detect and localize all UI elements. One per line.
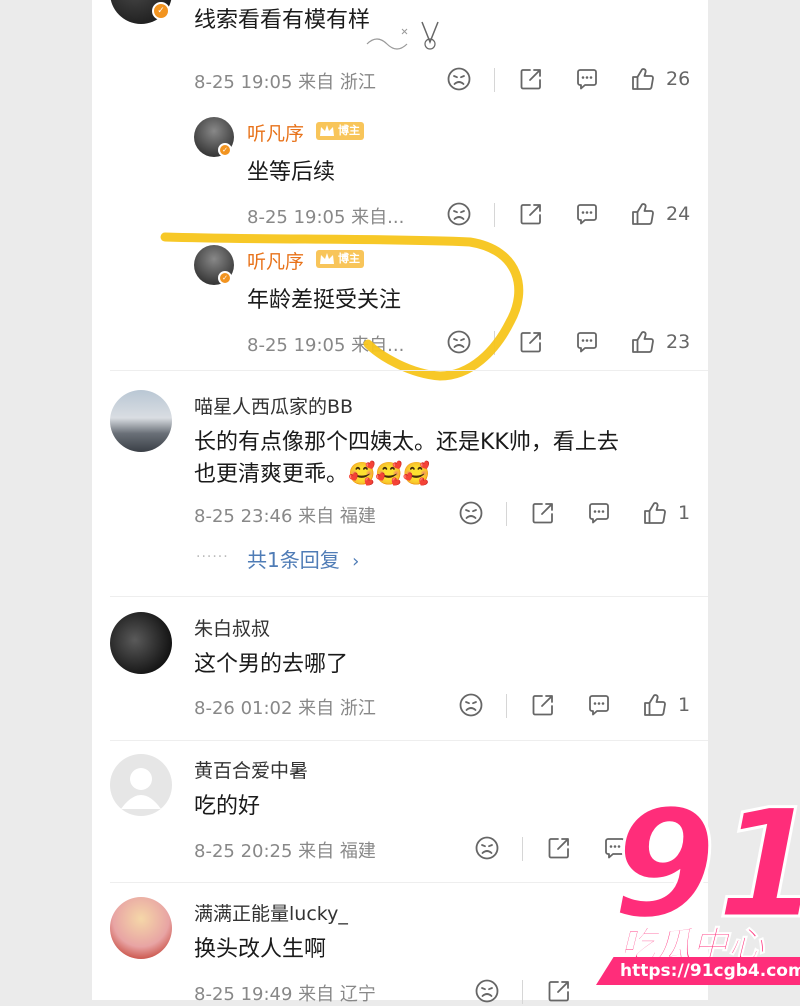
comment-meta: 8-25 23:46 来自 福建 [194, 506, 376, 527]
comment-icon[interactable] [586, 692, 612, 718]
blogger-badge-label: 博主 [338, 252, 360, 265]
divider [522, 837, 523, 861]
username[interactable]: 听凡序 [247, 119, 304, 146]
verified-badge-icon: ✓ [218, 271, 232, 285]
crown-icon [320, 125, 334, 136]
crown-icon [320, 253, 334, 264]
comment-text: 线索看看有模有样 [194, 8, 371, 33]
comment-text: 这个男的去哪了 [194, 652, 349, 677]
divider [494, 203, 495, 227]
thumbs-up-icon[interactable] [642, 500, 668, 526]
blogger-badge: 博主 [316, 250, 364, 268]
comment-icon[interactable] [574, 201, 600, 227]
like-count: 23 [666, 331, 691, 353]
divider [522, 980, 523, 1004]
section-divider [110, 370, 708, 371]
username[interactable]: 黄百合爱中暑 [194, 756, 308, 783]
comment-meta: 8-26 01:02 来自 浙江 [194, 698, 376, 719]
divider [506, 502, 507, 526]
username[interactable]: 朱白叔叔 [194, 614, 270, 641]
share-icon[interactable] [530, 692, 556, 718]
thumbs-up-icon[interactable] [630, 201, 656, 227]
dislike-face-icon[interactable] [446, 66, 472, 92]
default-user-icon [121, 768, 161, 809]
avatar[interactable] [110, 612, 172, 674]
thumbs-up-icon[interactable] [630, 329, 656, 355]
divider [494, 331, 495, 355]
default-avatar[interactable] [110, 754, 172, 816]
comment-text: 坐等后续 [247, 160, 336, 185]
blogger-badge: 博主 [316, 122, 364, 140]
dislike-face-icon[interactable] [458, 500, 484, 526]
chevron-right-icon: › [352, 551, 360, 572]
comment-meta: 8-25 19:49 来自 辽宁 [194, 984, 376, 1005]
like-count: 24 [666, 203, 691, 225]
share-icon[interactable] [518, 201, 544, 227]
share-icon[interactable] [546, 835, 572, 861]
sticker-decoration-icon [366, 21, 439, 50]
section-divider [110, 596, 708, 597]
dislike-face-icon[interactable] [474, 835, 500, 861]
watermark-url: https://91cgb4.com [596, 957, 800, 985]
username[interactable]: 听凡序 [247, 247, 304, 274]
comment-meta: 8-25 19:05 来自 浙江 [194, 72, 376, 93]
comment-text: 换头改人生啊 [194, 937, 327, 962]
comment-meta: 8-25 19:05 来自... [247, 207, 405, 228]
avatar[interactable] [110, 390, 172, 452]
comment-text: 吃的好 [194, 794, 261, 819]
like-count: 1 [678, 502, 691, 524]
share-icon[interactable] [546, 978, 572, 1004]
dislike-face-icon[interactable] [446, 329, 472, 355]
blogger-badge-label: 博主 [338, 124, 360, 137]
dislike-face-icon[interactable] [474, 978, 500, 1004]
share-icon[interactable] [518, 66, 544, 92]
comment-text-line1: 长的有点像那个四姨太。还是KK帅，看上去 [194, 430, 619, 455]
dislike-face-icon[interactable] [458, 692, 484, 718]
view-replies-label: 共1条回复 [247, 548, 340, 572]
verified-badge-icon: ✓ [218, 143, 232, 157]
avatar[interactable] [110, 897, 172, 959]
share-icon[interactable] [530, 500, 556, 526]
username[interactable]: 喵星人西瓜家的BB [194, 392, 353, 419]
verified-badge-icon: ✓ [152, 2, 170, 20]
reply-dots: ······ [196, 549, 229, 565]
comment-icon[interactable] [586, 500, 612, 526]
comment-meta: 8-25 19:05 来自... [247, 335, 405, 356]
view-replies-link[interactable]: 共1条回复 › [247, 544, 359, 573]
username[interactable]: 满满正能量lucky_ [194, 899, 348, 926]
comment-text: 年龄差挺受关注 [247, 288, 402, 313]
like-count: 26 [666, 68, 691, 90]
comment-icon[interactable] [574, 329, 600, 355]
share-icon[interactable] [518, 329, 544, 355]
comment-icon[interactable] [574, 66, 600, 92]
dislike-face-icon[interactable] [446, 201, 472, 227]
like-count: 1 [678, 694, 691, 716]
comment-text-line2: 也更清爽更乖。🥰🥰🥰 [194, 462, 431, 487]
comment-meta: 8-25 20:25 来自 福建 [194, 841, 376, 862]
divider [494, 68, 495, 92]
section-divider [110, 740, 708, 741]
divider [506, 694, 507, 718]
thumbs-up-icon[interactable] [642, 692, 668, 718]
thumbs-up-icon[interactable] [630, 66, 656, 92]
